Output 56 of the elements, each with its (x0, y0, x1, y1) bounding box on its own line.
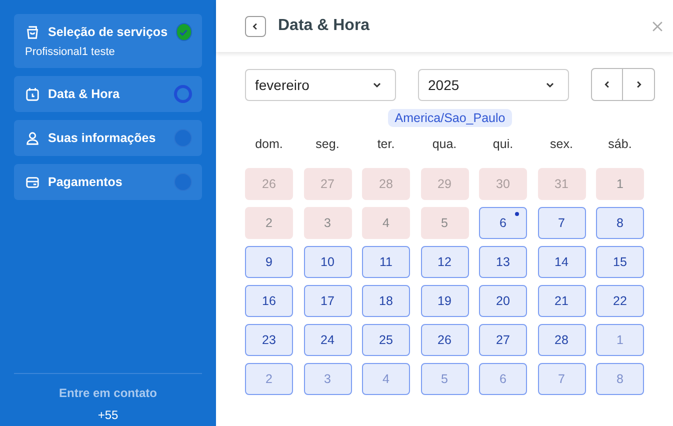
day-button[interactable]: 19 (420, 285, 468, 317)
step-label: Suas informações (48, 131, 157, 145)
user-icon (25, 130, 40, 146)
day-button[interactable]: 12 (420, 246, 468, 278)
panel-title: Data & Hora (278, 17, 371, 35)
day-button[interactable]: 6 (479, 207, 527, 239)
day-button[interactable]: 28 (538, 324, 586, 356)
weekday-label: sáb. (607, 137, 633, 151)
day-button[interactable]: 15 (596, 246, 644, 278)
contact-phone: +55 (96, 408, 120, 422)
day-button[interactable]: 16 (245, 285, 293, 317)
weekday-label: dom. (254, 137, 284, 151)
chevron-left-icon (602, 80, 612, 89)
day-button[interactable]: 18 (362, 285, 410, 317)
day-button[interactable]: 26 (420, 324, 468, 356)
back-button[interactable] (245, 16, 266, 36)
next-month-button[interactable] (623, 68, 655, 101)
day-button[interactable]: 20 (479, 285, 527, 317)
previous-month-button[interactable] (591, 68, 623, 101)
day-button[interactable]: 10 (304, 246, 352, 278)
day-button[interactable]: 9 (245, 246, 293, 278)
step-label: Data & Hora (48, 87, 121, 101)
day-button[interactable]: 14 (538, 246, 586, 278)
weekday-label: qua. (431, 137, 458, 151)
day-button[interactable]: 8 (596, 207, 644, 239)
timezone-badge: America/Sao_Paulo (388, 109, 512, 127)
step-card[interactable]: Suas informações (14, 120, 202, 156)
day-button[interactable]: 22 (596, 285, 644, 317)
day-button[interactable]: 17 (304, 285, 352, 317)
weekday-label: ter. (376, 137, 396, 151)
day-button[interactable]: 11 (362, 246, 410, 278)
step-label: Seleção de serviços (48, 25, 168, 39)
step-subtitle: Profissional1 teste (25, 46, 116, 58)
day-button[interactable]: 7 (538, 207, 586, 239)
step-card[interactable]: Pagamentos (14, 164, 202, 200)
weekday-label: sex. (549, 137, 574, 151)
chevron-right-icon (634, 80, 643, 89)
day-button[interactable]: 24 (304, 324, 352, 356)
calendar-icon (25, 86, 40, 102)
step-card[interactable]: Seleção de serviços Profissional1 teste (14, 14, 202, 68)
weekday-label: seg. (314, 137, 340, 151)
weekday-label: qui. (492, 137, 514, 151)
close-icon[interactable] (652, 20, 663, 32)
step-card[interactable]: Data & Hora (14, 76, 202, 112)
step-label: Pagamentos (48, 175, 124, 189)
bag-icon (25, 24, 40, 40)
day-button[interactable]: 27 (479, 324, 527, 356)
year-select[interactable]: 2025 (418, 68, 569, 100)
day-button[interactable]: 25 (362, 324, 410, 356)
card-icon (25, 174, 40, 190)
day-button[interactable]: 13 (479, 246, 527, 278)
contact-title: Entre em contato (58, 386, 158, 400)
day-button[interactable]: 23 (245, 324, 293, 356)
day-button[interactable]: 21 (538, 285, 586, 317)
chevron-left-icon (251, 22, 260, 30)
month-select[interactable]: fevereiro (245, 68, 396, 100)
